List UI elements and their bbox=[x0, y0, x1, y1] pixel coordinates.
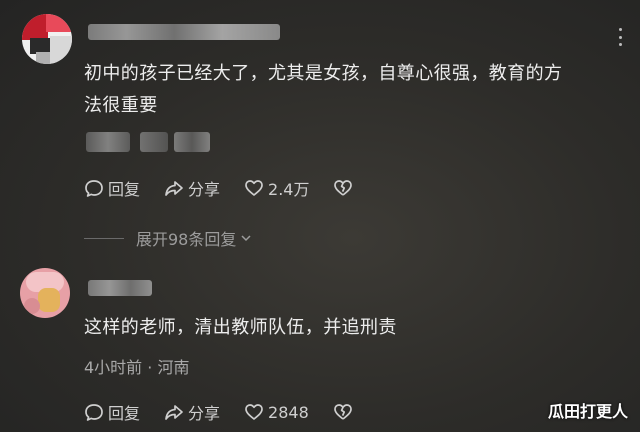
like-count: 2848 bbox=[268, 402, 309, 422]
reply-button[interactable]: 回复 bbox=[84, 400, 140, 424]
comment-actions: 回复 分享 2848 bbox=[84, 400, 377, 424]
broken-heart-icon bbox=[333, 404, 352, 420]
dislike-button[interactable] bbox=[333, 178, 353, 198]
reply-label: 回复 bbox=[108, 404, 141, 423]
like-button[interactable]: 2.4万 bbox=[244, 176, 309, 200]
comment-text: 初中的孩子已经大了，尤其是女孩，自尊心很强，教育的方 法很重要 bbox=[84, 63, 563, 116]
share-arrow-icon bbox=[165, 181, 183, 196]
username-blurred[interactable] bbox=[88, 24, 280, 40]
expand-replies-button[interactable]: 展开98条回复 bbox=[84, 226, 252, 250]
share-button[interactable]: 分享 bbox=[164, 400, 220, 424]
username-blurred[interactable] bbox=[88, 280, 152, 296]
comment-text: 这样的老师，清出教师队伍，并追刑责 bbox=[84, 317, 397, 338]
meta-blurred bbox=[140, 132, 168, 152]
like-button[interactable]: 2848 bbox=[244, 402, 309, 422]
avatar[interactable] bbox=[20, 268, 70, 318]
share-label: 分享 bbox=[188, 404, 221, 423]
expand-replies-label: 展开98条回复 bbox=[136, 230, 237, 249]
reply-bubble-icon bbox=[85, 404, 103, 421]
share-label: 分享 bbox=[188, 180, 221, 199]
meta-blurred bbox=[174, 132, 210, 152]
more-vertical-icon[interactable] bbox=[612, 28, 628, 46]
reply-bubble-icon bbox=[85, 180, 103, 197]
like-count: 2.4万 bbox=[268, 180, 310, 199]
watermark: 瓜田打更人 bbox=[547, 402, 628, 421]
comment-item: 这样的老师，清出教师队伍，并追刑责 4小时前 · 河南 回复 分享 2848 bbox=[0, 262, 640, 432]
meta-blurred bbox=[86, 132, 130, 152]
broken-heart-icon bbox=[334, 180, 353, 196]
heart-icon bbox=[245, 180, 263, 196]
share-button[interactable]: 分享 bbox=[164, 176, 220, 200]
divider bbox=[84, 237, 124, 239]
heart-icon bbox=[245, 404, 263, 420]
comment-actions: 回复 分享 2.4万 bbox=[84, 176, 377, 200]
avatar[interactable] bbox=[22, 14, 72, 64]
comment-meta: 4小时前 · 河南 bbox=[84, 358, 190, 377]
reply-button[interactable]: 回复 bbox=[84, 176, 140, 200]
comment-item: 初中的孩子已经大了，尤其是女孩，自尊心很强，教育的方 法很重要 回复 分享 2.… bbox=[0, 0, 640, 240]
reply-label: 回复 bbox=[108, 180, 141, 199]
share-arrow-icon bbox=[165, 405, 183, 420]
chevron-down-icon bbox=[241, 235, 251, 242]
dislike-button[interactable] bbox=[333, 402, 353, 422]
